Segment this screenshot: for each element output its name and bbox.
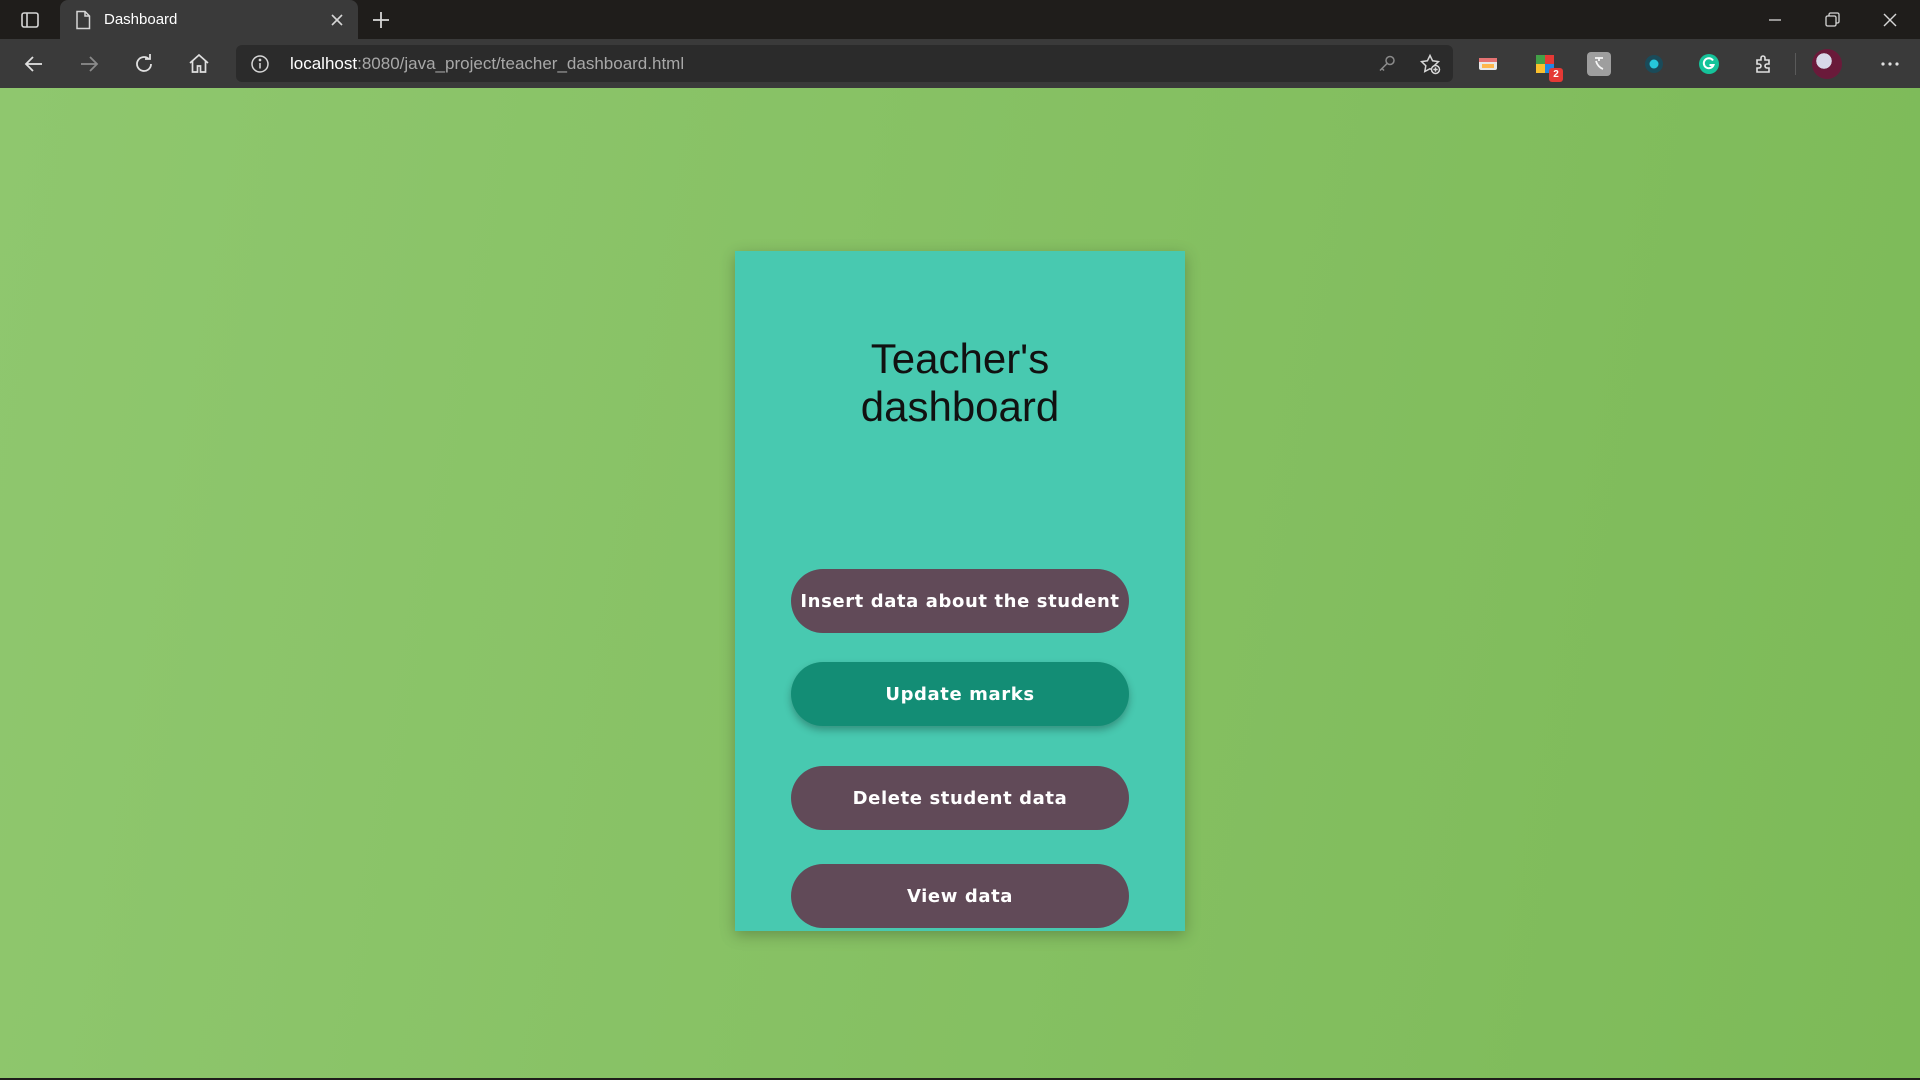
extension-badge: 2 <box>1549 68 1563 82</box>
url-text[interactable]: localhost:8080/java_project/teacher_dash… <box>290 54 684 74</box>
minimize-icon[interactable] <box>1763 8 1787 32</box>
grammarly-icon[interactable] <box>1697 52 1721 76</box>
view-data-button[interactable]: View data <box>791 864 1129 928</box>
tab-title: Dashboard <box>104 11 178 28</box>
browser-essentials-icon[interactable] <box>1476 52 1500 76</box>
close-tab-icon[interactable] <box>328 11 346 29</box>
browser-toolbar: localhost:8080/java_project/teacher_dash… <box>0 39 1920 88</box>
extensions-puzzle-icon[interactable] <box>1752 52 1776 76</box>
insert-student-data-button[interactable]: Insert data about the student <box>791 569 1129 633</box>
url-host: localhost <box>290 54 358 73</box>
site-info-icon[interactable] <box>250 54 270 74</box>
forward-icon[interactable] <box>76 51 102 77</box>
extension-icon[interactable]: 2 <box>1533 52 1563 82</box>
page-title-line2: dashboard <box>860 383 1060 430</box>
address-bar[interactable]: localhost:8080/java_project/teacher_dash… <box>236 45 1453 82</box>
restore-icon[interactable] <box>1820 8 1844 32</box>
new-tab-icon[interactable] <box>370 9 392 31</box>
add-favorite-icon[interactable] <box>1419 53 1441 75</box>
translate-extension-icon[interactable] <box>1587 52 1611 76</box>
teal-extension-icon[interactable] <box>1642 52 1666 76</box>
browser-titlebar: Dashboard <box>0 0 1920 39</box>
page-title: Teacher's dashboard <box>735 335 1185 431</box>
toolbar-divider <box>1795 53 1796 75</box>
home-icon[interactable] <box>186 51 212 77</box>
delete-student-data-button[interactable]: Delete student data <box>791 766 1129 830</box>
close-window-icon[interactable] <box>1878 8 1902 32</box>
refresh-icon[interactable] <box>131 51 157 77</box>
update-marks-button[interactable]: Update marks <box>791 662 1129 726</box>
dashboard-card: Teacher's dashboard Insert data about th… <box>735 251 1185 931</box>
page-viewport: Teacher's dashboard Insert data about th… <box>0 88 1920 1078</box>
browser-tab[interactable]: Dashboard <box>60 0 358 39</box>
url-path: :8080/java_project/teacher_dashboard.htm… <box>357 54 685 73</box>
more-options-icon[interactable] <box>1878 52 1902 76</box>
back-icon[interactable] <box>21 51 47 77</box>
page-title-line1: Teacher's <box>870 335 1050 382</box>
page-icon <box>74 10 92 30</box>
profile-avatar[interactable] <box>1812 49 1842 79</box>
key-icon[interactable] <box>1377 54 1397 74</box>
tab-actions-icon[interactable] <box>20 10 40 30</box>
